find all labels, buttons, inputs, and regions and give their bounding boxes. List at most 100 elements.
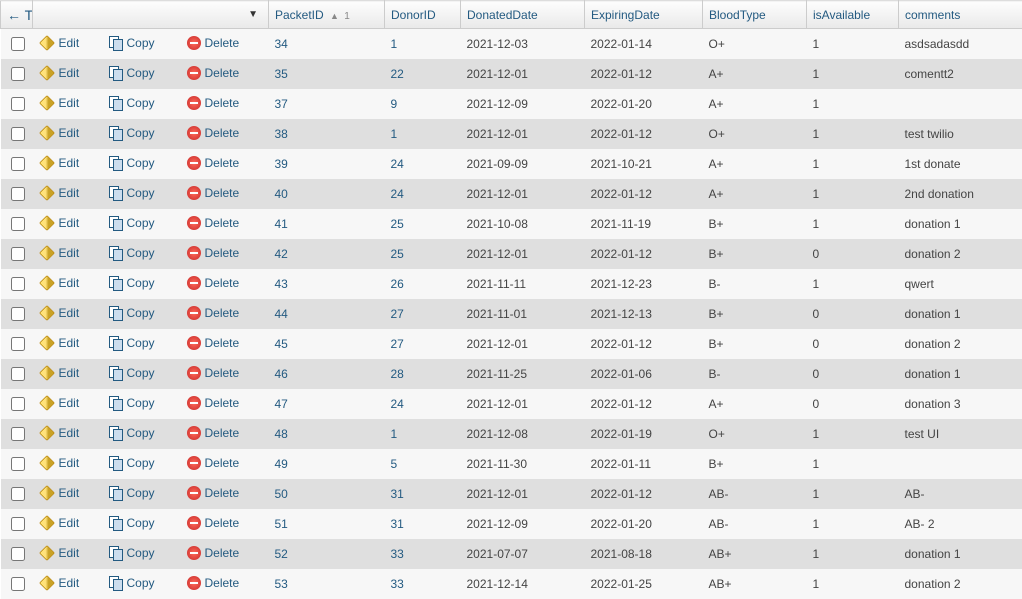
column-header-packetid[interactable]: PacketID ▲ 1: [269, 1, 385, 29]
action-label: Edit: [59, 426, 80, 440]
edit-link[interactable]: Edit: [39, 335, 80, 351]
row-checkbox[interactable]: [11, 217, 25, 231]
copy-link[interactable]: Copy: [109, 486, 155, 500]
delete-icon: [187, 396, 201, 410]
action-label: Edit: [59, 576, 80, 590]
delete-link[interactable]: Delete: [187, 306, 240, 320]
copy-link[interactable]: Copy: [109, 246, 155, 260]
edit-link[interactable]: Edit: [39, 245, 80, 261]
row-checkbox[interactable]: [11, 67, 25, 81]
pencil-icon: [39, 155, 55, 171]
row-checkbox[interactable]: [11, 547, 25, 561]
delete-link[interactable]: Delete: [187, 366, 240, 380]
edit-link[interactable]: Edit: [39, 95, 80, 111]
edit-link[interactable]: Edit: [39, 305, 80, 321]
copy-link[interactable]: Copy: [109, 156, 155, 170]
delete-link[interactable]: Delete: [187, 96, 240, 110]
row-checkbox[interactable]: [11, 97, 25, 111]
delete-link[interactable]: Delete: [187, 66, 240, 80]
column-header-donorid[interactable]: DonorID: [385, 1, 461, 29]
edit-link[interactable]: Edit: [39, 185, 80, 201]
delete-link[interactable]: Delete: [187, 456, 240, 470]
edit-link-cell: Edit: [33, 419, 103, 449]
delete-link[interactable]: Delete: [187, 396, 240, 410]
delete-link[interactable]: Delete: [187, 336, 240, 350]
copy-link[interactable]: Copy: [109, 126, 155, 140]
row-checkbox[interactable]: [11, 277, 25, 291]
cell-isavailable: 1: [807, 209, 899, 239]
delete-link[interactable]: Delete: [187, 546, 240, 560]
copy-link[interactable]: Copy: [109, 186, 155, 200]
copy-link[interactable]: Copy: [109, 276, 155, 290]
copy-link[interactable]: Copy: [109, 546, 155, 560]
row-checkbox[interactable]: [11, 37, 25, 51]
copy-link[interactable]: Copy: [109, 456, 155, 470]
delete-link[interactable]: Delete: [187, 426, 240, 440]
row-checkbox[interactable]: [11, 367, 25, 381]
row-checkbox[interactable]: [11, 577, 25, 591]
copy-link[interactable]: Copy: [109, 366, 155, 380]
row-checkbox[interactable]: [11, 517, 25, 531]
column-header-donateddate[interactable]: DonatedDate: [461, 1, 585, 29]
edit-link[interactable]: Edit: [39, 125, 80, 141]
action-label: Edit: [59, 246, 80, 260]
action-label: Copy: [127, 156, 155, 170]
row-checkbox[interactable]: [11, 337, 25, 351]
edit-link[interactable]: Edit: [39, 425, 80, 441]
delete-link[interactable]: Delete: [187, 36, 240, 50]
cell-bloodtype: AB-: [703, 509, 807, 539]
edit-link[interactable]: Edit: [39, 65, 80, 81]
row-checkbox[interactable]: [11, 457, 25, 471]
delete-link[interactable]: Delete: [187, 576, 240, 590]
copy-link[interactable]: Copy: [109, 336, 155, 350]
delete-link[interactable]: Delete: [187, 516, 240, 530]
row-checkbox[interactable]: [11, 307, 25, 321]
copy-link[interactable]: Copy: [109, 216, 155, 230]
column-header-comments[interactable]: comments: [899, 1, 1022, 29]
edit-link[interactable]: Edit: [39, 365, 80, 381]
copy-link[interactable]: Copy: [109, 36, 155, 50]
row-checkbox[interactable]: [11, 127, 25, 141]
copy-link[interactable]: Copy: [109, 306, 155, 320]
copy-link[interactable]: Copy: [109, 576, 155, 590]
edit-link[interactable]: Edit: [39, 275, 80, 291]
copy-link[interactable]: Copy: [109, 426, 155, 440]
delete-link[interactable]: Delete: [187, 126, 240, 140]
cell-isavailable: 0: [807, 389, 899, 419]
cell-donorid: 5: [385, 449, 461, 479]
delete-link[interactable]: Delete: [187, 186, 240, 200]
copy-link[interactable]: Copy: [109, 66, 155, 80]
copy-icon: [109, 516, 123, 530]
edit-link[interactable]: Edit: [39, 155, 80, 171]
column-header-isavailable[interactable]: isAvailable: [807, 1, 899, 29]
row-checkbox[interactable]: [11, 157, 25, 171]
edit-link[interactable]: Edit: [39, 515, 80, 531]
cell-expiringdate: 2022-01-11: [585, 449, 703, 479]
edit-link[interactable]: Edit: [39, 35, 80, 51]
column-header-expiringdate[interactable]: ExpiringDate: [585, 1, 703, 29]
edit-link[interactable]: Edit: [39, 485, 80, 501]
row-checkbox[interactable]: [11, 487, 25, 501]
delete-link[interactable]: Delete: [187, 276, 240, 290]
copy-link[interactable]: Copy: [109, 396, 155, 410]
actions-dropdown-icon[interactable]: ▼: [248, 9, 258, 20]
delete-link[interactable]: Delete: [187, 486, 240, 500]
edit-link[interactable]: Edit: [39, 545, 80, 561]
edit-link[interactable]: Edit: [39, 455, 80, 471]
delete-link[interactable]: Delete: [187, 156, 240, 170]
row-checkbox[interactable]: [11, 187, 25, 201]
delete-link[interactable]: Delete: [187, 216, 240, 230]
action-label: Edit: [59, 336, 80, 350]
copy-link[interactable]: Copy: [109, 516, 155, 530]
cell-packetid: 47: [269, 389, 385, 419]
copy-link[interactable]: Copy: [109, 96, 155, 110]
edit-link[interactable]: Edit: [39, 575, 80, 591]
delete-link[interactable]: Delete: [187, 246, 240, 260]
column-header-bloodtype[interactable]: BloodType: [703, 1, 807, 29]
edit-link[interactable]: Edit: [39, 395, 80, 411]
edit-link[interactable]: Edit: [39, 215, 80, 231]
row-checkbox[interactable]: [11, 247, 25, 261]
row-checkbox[interactable]: [11, 397, 25, 411]
row-checkbox[interactable]: [11, 427, 25, 441]
transform-text-icon[interactable]: ← T →: [7, 7, 26, 23]
